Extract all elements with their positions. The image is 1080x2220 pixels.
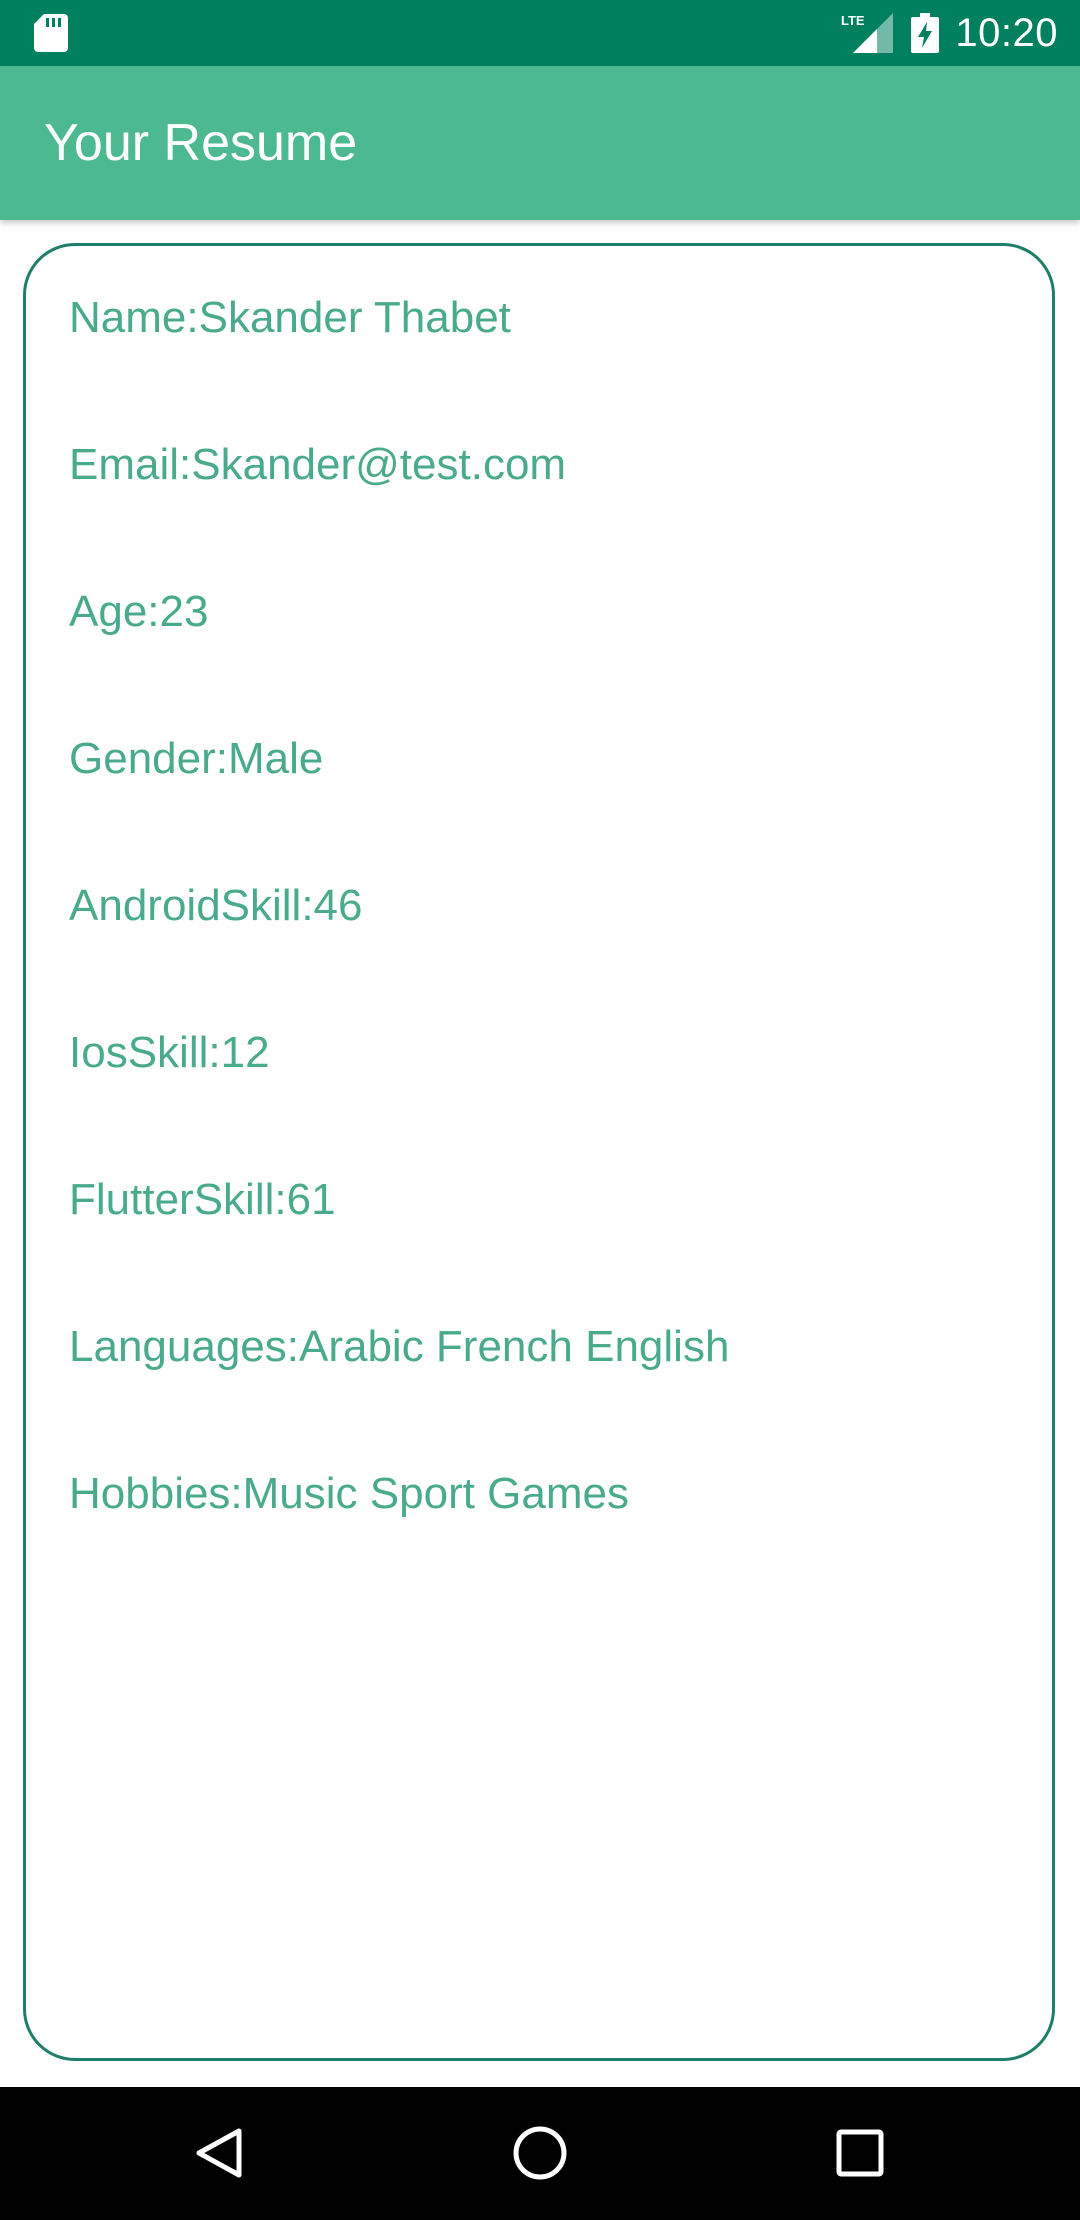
resume-card: Name:Skander Thabet Email:Skander@test.c… xyxy=(23,243,1055,2061)
hobbies-field: Hobbies:Music Sport Games xyxy=(69,1469,629,1518)
signal-icon: LTE xyxy=(841,13,894,53)
navigation-bar xyxy=(0,2087,1080,2220)
flutter-skill-field: FlutterSkill:61 xyxy=(69,1175,336,1224)
android-skill-field: AndroidSkill:46 xyxy=(69,881,363,930)
recents-icon[interactable] xyxy=(830,2123,890,2183)
network-type-label: LTE xyxy=(841,13,865,28)
home-icon[interactable] xyxy=(510,2123,570,2183)
page-title: Your Resume xyxy=(44,114,358,172)
app-bar: Your Resume xyxy=(0,66,1080,220)
back-icon[interactable] xyxy=(191,2123,251,2183)
gender-field: Gender:Male xyxy=(69,734,324,783)
email-field: Email:Skander@test.com xyxy=(69,440,567,489)
status-clock: 10:20 xyxy=(955,10,1058,55)
languages-field: Languages:Arabic French English xyxy=(69,1322,730,1371)
age-field: Age:23 xyxy=(69,587,209,636)
ios-skill-field: IosSkill:12 xyxy=(69,1028,270,1077)
battery-charging-icon xyxy=(911,13,940,53)
status-bar: LTE 10:20 xyxy=(0,0,1080,66)
name-field: Name:Skander Thabet xyxy=(69,293,511,342)
sd-card-icon xyxy=(34,14,68,52)
